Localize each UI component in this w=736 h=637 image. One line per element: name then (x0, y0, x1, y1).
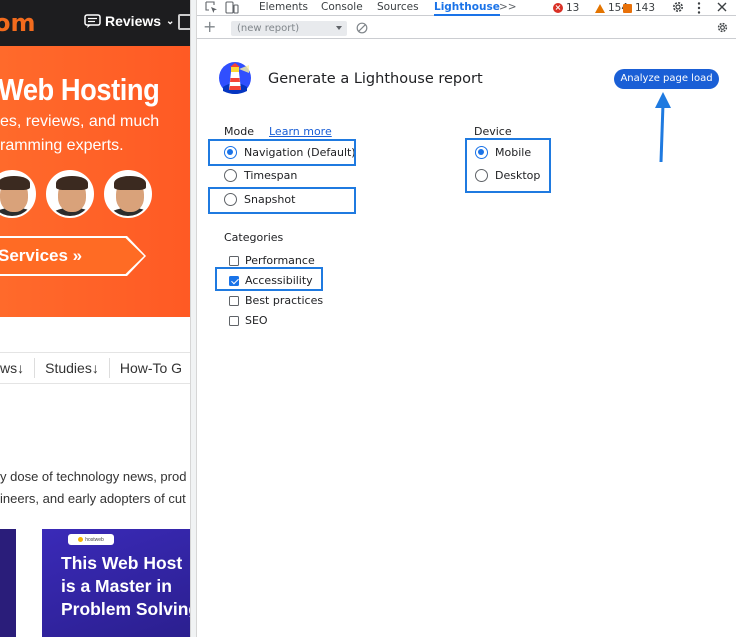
website-viewport: om Reviews ⌄ Web Hosting es, reviews, an… (0, 0, 190, 637)
lighthouse-logo-icon (219, 62, 251, 94)
tab-lighthouse[interactable]: Lighthouse (434, 0, 500, 16)
article-card[interactable]: hostweb This Web Host is a Master in Pro… (42, 529, 190, 637)
expert-avatar (104, 170, 152, 218)
card-title: This Web Host is a Master in Problem Sol… (61, 553, 190, 619)
panel-resizer[interactable] (190, 0, 197, 637)
hero-subtitle-line: es, reviews, and much (0, 113, 160, 130)
radio-button[interactable] (224, 169, 237, 182)
device-label: Device (474, 125, 512, 138)
category-best-practices[interactable]: Best practices (229, 294, 323, 307)
subnav-item[interactable]: How-To G (110, 358, 190, 378)
hero-title: Web Hosting (0, 72, 160, 107)
mode-option-timespan[interactable]: Timespan (224, 169, 297, 182)
reviews-nav-menu[interactable]: Reviews ⌄ (84, 13, 174, 29)
hero-banner: Web Hosting es, reviews, and much rammin… (0, 46, 190, 317)
chat-icon (84, 14, 101, 28)
clear-icon[interactable] (356, 22, 368, 34)
inspect-element-icon[interactable] (205, 1, 218, 14)
card-badge: hostweb (68, 534, 114, 545)
checkbox[interactable] (229, 315, 239, 326)
issue-counter[interactable]: 143 (623, 0, 655, 16)
close-icon[interactable] (716, 1, 728, 13)
checkbox[interactable] (229, 295, 239, 306)
hero-subtitle-line: ramming experts. (0, 137, 124, 154)
expert-avatar (46, 170, 94, 218)
issue-icon (623, 3, 632, 13)
annotation-arrow-icon (655, 92, 671, 163)
highlight-box (208, 187, 356, 214)
brand-dot-icon (78, 537, 84, 542)
chevron-down-icon (336, 26, 342, 30)
lighthouse-toolbar: + (new report) (197, 17, 736, 39)
warning-icon (595, 3, 605, 13)
category-label: SEO (245, 314, 268, 327)
device-toolbar-icon[interactable] (225, 1, 239, 14)
new-report-button[interactable]: + (203, 18, 216, 36)
services-button-label: Services » (0, 238, 144, 274)
category-seo[interactable]: SEO (229, 314, 268, 327)
lighthouse-title: Generate a Lighthouse report (268, 71, 483, 87)
category-label: Best practices (245, 294, 324, 307)
site-header: om Reviews ⌄ (0, 0, 190, 46)
tab-elements[interactable]: Elements (259, 0, 308, 16)
category-label: Performance (245, 254, 315, 267)
tab-console[interactable]: Console (321, 0, 363, 16)
expert-avatar (0, 170, 36, 218)
categories-label: Categories (224, 231, 284, 244)
more-tabs-button[interactable]: >> (499, 0, 517, 16)
reviews-nav-label: Reviews (105, 13, 162, 29)
mode-option-label: Timespan (244, 169, 298, 182)
subnav-item[interactable]: Studies↓ (35, 358, 110, 378)
checkbox[interactable] (229, 255, 239, 266)
site-subnav: ws↓ Studies↓ How-To G (0, 352, 190, 384)
subnav-item[interactable]: ws↓ (0, 358, 36, 378)
more-options-icon[interactable] (697, 1, 701, 15)
highlight-box (208, 139, 356, 166)
services-button[interactable]: Services » (0, 236, 146, 276)
menu-icon[interactable] (178, 14, 190, 30)
error-icon: × (553, 3, 563, 13)
intro-text: y dose of technology news, prod (0, 469, 187, 484)
report-select[interactable]: (new report) (231, 21, 347, 36)
site-logo[interactable]: om (0, 9, 36, 37)
error-counter[interactable]: × 13 (553, 0, 579, 16)
settings-gear-icon[interactable] (671, 0, 685, 14)
analyze-page-load-button[interactable]: Analyze page load (614, 69, 719, 89)
mode-label: Mode (224, 125, 254, 138)
settings-gear-icon[interactable] (716, 21, 729, 34)
category-performance[interactable]: Performance (229, 254, 315, 267)
intro-text: ineers, and early adopters of cut (0, 491, 186, 506)
tab-sources[interactable]: Sources (377, 0, 419, 16)
article-card[interactable] (0, 529, 16, 637)
learn-more-link[interactable]: Learn more (269, 125, 332, 138)
devtools-panel: Elements Console Sources Lighthouse >> ×… (197, 0, 736, 637)
report-select-value: (new report) (237, 23, 300, 34)
highlight-box (465, 138, 551, 193)
highlight-box (215, 267, 323, 291)
devtools-tab-bar: Elements Console Sources Lighthouse >> ×… (197, 0, 736, 16)
chevron-down-icon: ⌄ (166, 15, 175, 27)
